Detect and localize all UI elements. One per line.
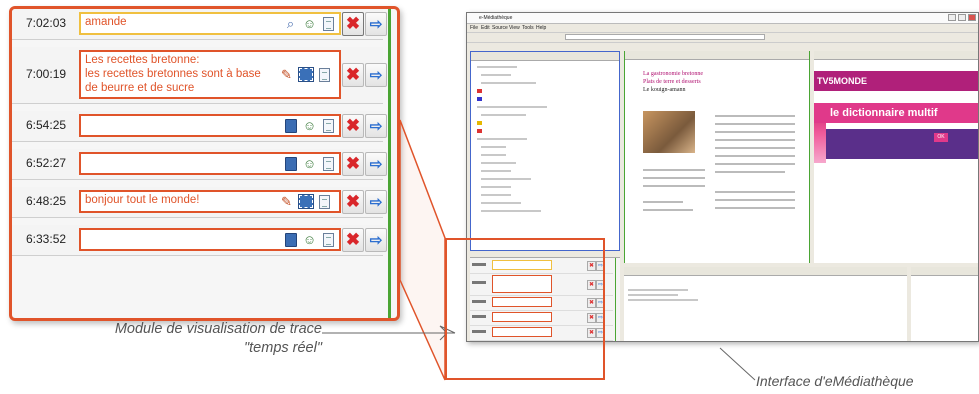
window-titlebar: e-Médiathèque [467,13,978,24]
menu-file[interactable]: File [470,25,478,31]
web-ok-button[interactable]: OK [934,133,948,142]
doc-photo [643,111,695,153]
menu-help[interactable]: Help [536,25,546,31]
window-title: e-Médiathèque [479,15,513,21]
mini-trace-highlight [445,238,605,380]
console-pane [624,267,907,341]
maximize-button[interactable] [958,14,966,21]
menu-view[interactable]: View [509,25,520,31]
outline-pane [911,267,978,341]
minimize-button[interactable] [948,14,956,21]
doc-title: La gastronomie bretonne [643,71,703,77]
caption-interface: Interface d'eMédiathèque [756,373,914,389]
menu-source[interactable]: Source [492,25,508,31]
document-viewer: La gastronomie bretonne Plats de terre e… [624,51,810,263]
tree-tabs [471,52,619,61]
doc-subtitle: Plats de terre et desserts [643,79,701,85]
menu-tools[interactable]: Tools [522,25,534,31]
doc-heading: Le kouign-amann [643,87,686,93]
menu-edit[interactable]: Edit [481,25,490,31]
close-button[interactable] [968,14,976,21]
search-bar [826,129,978,159]
toolbar [467,33,978,43]
web-tabs [814,51,978,60]
library-tree-pane [470,51,620,251]
doc-tabs [625,51,809,60]
tv5monde-banner: TV5MONDE [814,71,978,91]
dictionary-banner: le dictionnaire multif [814,103,978,123]
web-browser-pane: TV5MONDE le dictionnaire multif OK [814,51,978,263]
address-field[interactable] [565,34,765,40]
caption-trace-module: Module de visualisation de trace "temps … [114,321,322,356]
menu-bar: File Edit Source View Tools Help [467,24,978,33]
